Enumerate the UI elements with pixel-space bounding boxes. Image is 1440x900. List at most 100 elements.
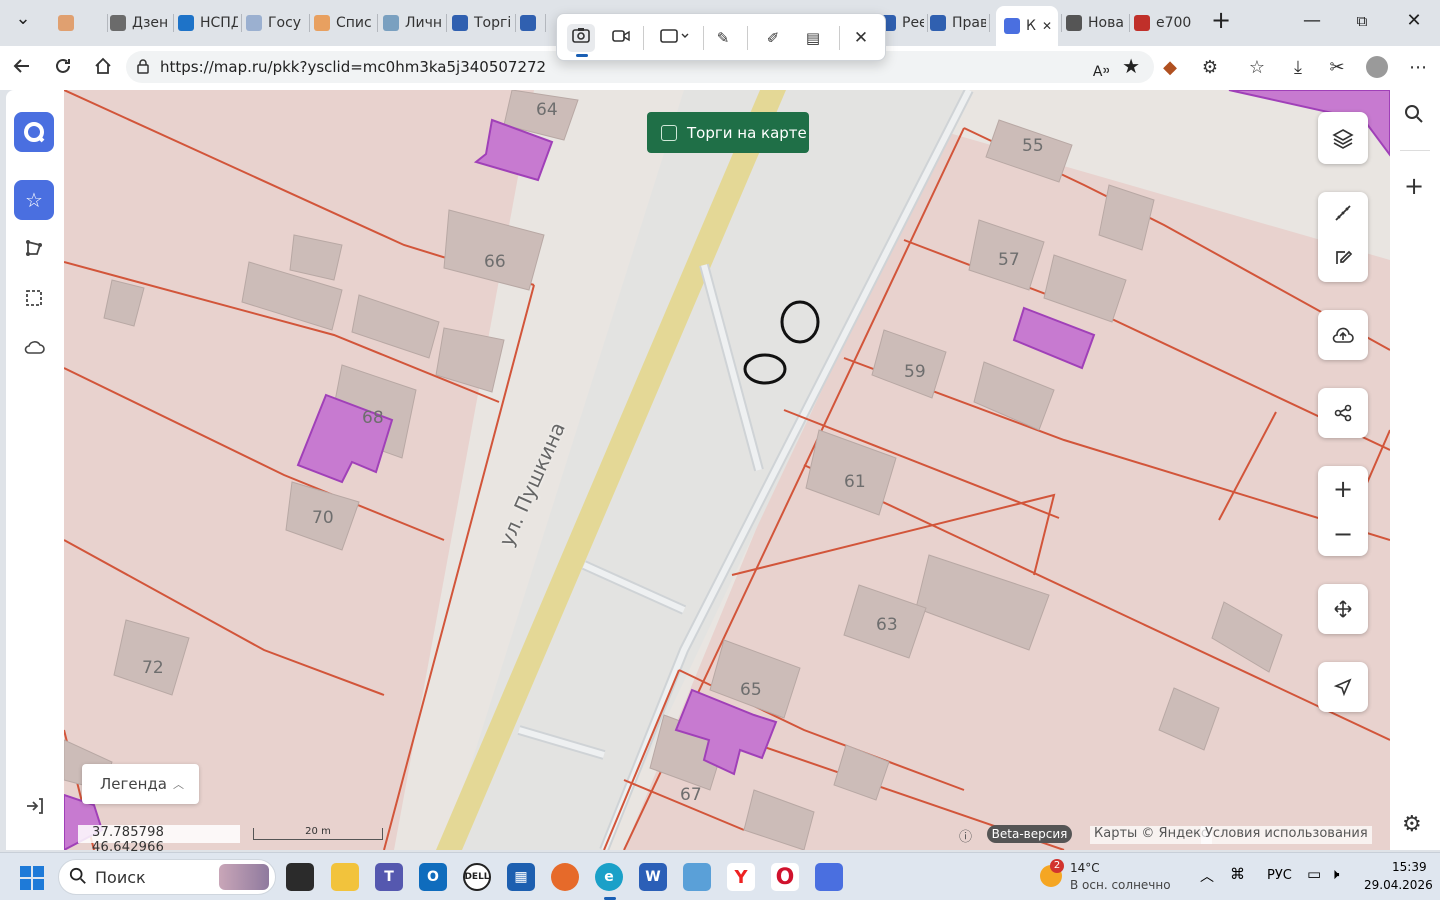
- cloud-icon[interactable]: [14, 327, 54, 367]
- map-app-icon[interactable]: [815, 863, 843, 891]
- opera-icon[interactable]: O: [771, 863, 799, 891]
- layers-icon: [1332, 129, 1354, 149]
- search-icon[interactable]: [1404, 104, 1424, 128]
- star-icon[interactable]: ☆: [14, 180, 54, 220]
- layers-button[interactable]: [1318, 112, 1368, 164]
- scale-bar: 20 m: [253, 827, 383, 840]
- settings-icon[interactable]: ⚙: [1402, 812, 1422, 837]
- home-icon[interactable]: [91, 56, 115, 80]
- windows-start-icon[interactable]: [20, 866, 44, 890]
- weather-widget[interactable]: 2 14°C В осн. солнечно: [1040, 859, 1171, 895]
- camera-icon[interactable]: [567, 24, 595, 52]
- taskbar-search[interactable]: Поиск: [58, 859, 276, 895]
- yandex-browser-icon[interactable]: Y: [727, 863, 755, 891]
- close-icon[interactable]: ✕: [847, 24, 875, 52]
- firefox-icon[interactable]: [551, 863, 579, 891]
- tab-7[interactable]: [520, 8, 542, 38]
- outlook-icon[interactable]: O: [419, 863, 447, 891]
- close-window-button[interactable]: ✕: [1399, 10, 1429, 31]
- edit-image-icon[interactable]: ✎: [709, 24, 737, 52]
- clock-date[interactable]: 29.04.2026: [1364, 878, 1433, 892]
- tab-4[interactable]: Спис: [314, 8, 374, 38]
- reload-icon[interactable]: [51, 56, 75, 80]
- zoom-in-icon[interactable]: +: [1333, 477, 1353, 501]
- edge-icon[interactable]: e: [595, 863, 623, 891]
- text-extract-icon[interactable]: ▤: [799, 24, 827, 52]
- chevron-up-icon: ︿: [173, 778, 184, 791]
- task-view-icon[interactable]: [286, 863, 314, 891]
- edit-icon[interactable]: [1333, 248, 1353, 272]
- search-highlight-image: [219, 864, 269, 890]
- app-logo[interactable]: [14, 112, 54, 152]
- taskbar: Поиск T O DELL ▦ e W Y O 2 14°C В осн. с…: [0, 852, 1440, 900]
- terms-link[interactable]: Условия использования: [1201, 826, 1372, 844]
- tab-2[interactable]: НСПД: [178, 8, 238, 38]
- rectangle-select-icon[interactable]: [655, 24, 695, 52]
- tab-8[interactable]: Реест: [880, 8, 924, 38]
- clock-time[interactable]: 15:39: [1392, 860, 1427, 874]
- route-icon[interactable]: [14, 228, 54, 268]
- word-icon[interactable]: W: [639, 863, 667, 891]
- ruler-icon[interactable]: [1333, 203, 1353, 227]
- tray-chevron-icon[interactable]: ︿: [1200, 866, 1214, 886]
- favorites-icon[interactable]: ☆: [1245, 56, 1269, 80]
- house-number: 63: [876, 615, 898, 635]
- weather-badge: 2: [1050, 859, 1064, 873]
- new-tab-button[interactable]: +: [1206, 6, 1236, 34]
- tab-list-button[interactable]: ⌄: [8, 8, 38, 29]
- tab-label: Спис: [336, 15, 372, 31]
- pan-button[interactable]: [1318, 584, 1368, 634]
- tab-12[interactable]: е700: [1134, 8, 1194, 38]
- share-icon: [1334, 404, 1352, 422]
- map-attribution[interactable]: Карты © Яндекс: [1090, 826, 1213, 844]
- tab-0[interactable]: [58, 8, 104, 38]
- house-number: 66: [484, 252, 506, 272]
- pen-icon[interactable]: ✐: [759, 24, 787, 52]
- display-icon[interactable]: ▭: [1307, 865, 1321, 883]
- add-icon[interactable]: +: [1404, 172, 1424, 200]
- tab-5[interactable]: Личн: [383, 8, 443, 38]
- torgi-toggle[interactable]: Торги на карте: [647, 112, 809, 153]
- map-canvas[interactable]: 64 66 68 70 72 55 57 59 61 63 65 67 ул. Пушкина: [64, 90, 1390, 850]
- teams-icon[interactable]: T: [375, 863, 403, 891]
- legend-button[interactable]: Легенда ︿: [82, 764, 199, 804]
- minimize-button[interactable]: —: [1297, 10, 1327, 31]
- more-menu-icon[interactable]: ⋯: [1406, 56, 1430, 80]
- share-button[interactable]: [1318, 388, 1368, 438]
- close-tab-icon[interactable]: ✕: [1042, 19, 1052, 33]
- house-number: 64: [536, 100, 558, 120]
- video-icon[interactable]: [607, 24, 635, 52]
- area-select-icon[interactable]: [14, 278, 54, 318]
- tab-10[interactable]: К ✕: [996, 6, 1058, 46]
- back-icon[interactable]: [10, 56, 34, 80]
- puzzle-icon[interactable]: ⚙: [1198, 56, 1222, 80]
- tab-1[interactable]: Дзен: [110, 8, 170, 38]
- tab-3[interactable]: Госу: [246, 8, 306, 38]
- tab-9[interactable]: Прав: [930, 8, 986, 38]
- torgi-checkbox[interactable]: [661, 124, 677, 141]
- control-panel-icon[interactable]: [683, 863, 711, 891]
- info-icon[interactable]: ⓘ: [955, 826, 976, 845]
- screenshot-icon[interactable]: ✂: [1325, 56, 1349, 80]
- tab-6[interactable]: Торгі: [452, 8, 512, 38]
- tab-label: Прав: [952, 15, 986, 31]
- zoom-out-icon[interactable]: −: [1333, 522, 1353, 546]
- favorite-star-icon[interactable]: ★: [1122, 54, 1140, 78]
- downloads-icon[interactable]: ⤓: [1286, 56, 1310, 80]
- logout-icon[interactable]: [14, 786, 54, 826]
- tab-11[interactable]: Нова: [1066, 8, 1126, 38]
- store-icon[interactable]: ▦: [507, 863, 535, 891]
- app-sidebar: ☆: [6, 90, 64, 850]
- language-indicator[interactable]: РУС: [1267, 868, 1292, 883]
- network-icon[interactable]: ⌘: [1230, 865, 1245, 883]
- locate-button[interactable]: [1318, 662, 1368, 712]
- volume-icon[interactable]: 🕨: [1330, 865, 1339, 883]
- maximize-button[interactable]: ⧉: [1347, 12, 1377, 30]
- file-explorer-icon[interactable]: [331, 863, 359, 891]
- upload-cloud-button[interactable]: [1318, 310, 1368, 360]
- profile-avatar[interactable]: [1365, 56, 1389, 80]
- extension-icon[interactable]: ◆: [1158, 56, 1182, 80]
- dell-icon[interactable]: DELL: [463, 863, 491, 891]
- read-aloud-icon[interactable]: A᠉: [1093, 57, 1110, 81]
- tab-label: НСПД: [200, 15, 238, 31]
